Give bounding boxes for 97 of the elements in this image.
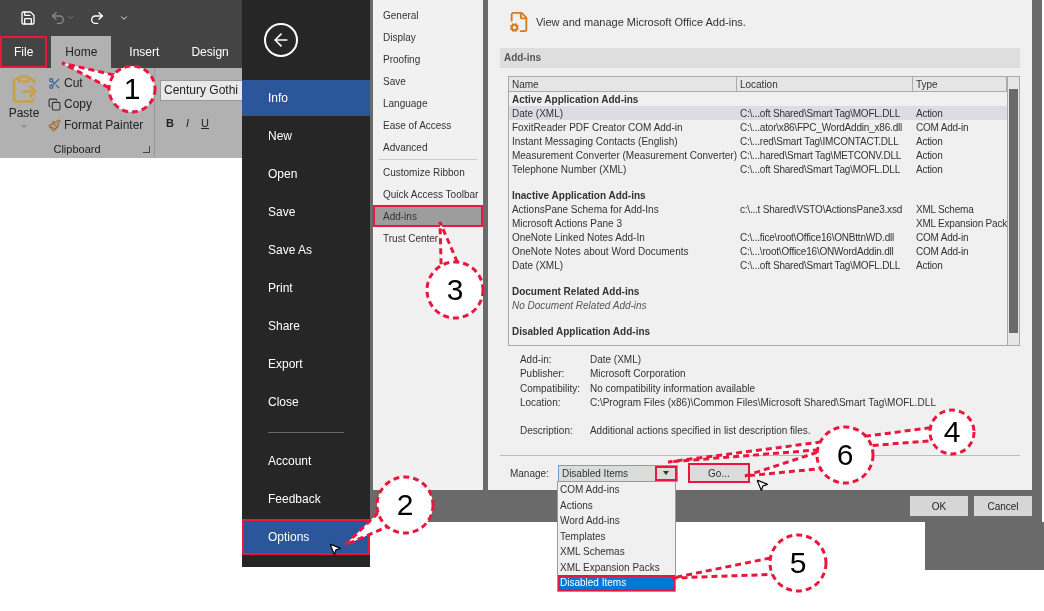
addin-row[interactable]: ActionsPane Schema for Add-Ins c:\...t Shared\VSTO\ActionsPane3.xsd XML Schema bbox=[508, 201, 1007, 216]
addin-row[interactable]: Microsoft Actions Pane 3 XML Expansion Pack bbox=[508, 215, 1007, 230]
backstage-item[interactable]: New bbox=[242, 118, 370, 154]
backstage-item[interactable]: Feedback bbox=[242, 481, 370, 517]
dropdown-option[interactable]: XML Expansion Packs bbox=[558, 559, 675, 575]
group-heading: Document Related Add-ins bbox=[510, 284, 641, 298]
column-header[interactable]: Location bbox=[736, 76, 913, 91]
detail-value: Date (XML) bbox=[589, 352, 642, 367]
dropdown-option[interactable]: COM Add-ins bbox=[558, 482, 675, 498]
category-item[interactable]: Ease of Access bbox=[373, 114, 483, 136]
addin-row[interactable]: Measurement Converter (Measurement Converter) C:\...hared\Smart Tag\METCONV.DLL Action bbox=[508, 147, 1007, 162]
group-heading: Inactive Application Add-ins bbox=[510, 188, 647, 202]
category-item[interactable]: Quick Access Toolbar bbox=[373, 183, 483, 205]
caret-icon[interactable] bbox=[20, 122, 28, 130]
empty-note: No Document Related Add-ins bbox=[510, 298, 648, 312]
category-item[interactable]: Display bbox=[373, 26, 483, 48]
detail-label: Location: bbox=[519, 396, 562, 410]
clipboard-command[interactable]: Cut bbox=[64, 74, 83, 92]
section-bar: Add-ins bbox=[499, 47, 1020, 68]
group-label: Clipboard bbox=[53, 141, 101, 157]
document-gear-icon bbox=[507, 10, 530, 33]
backstage-item[interactable]: Open bbox=[242, 156, 370, 192]
detail-value: Additional actions specified in list description files. bbox=[589, 423, 811, 438]
callout-number: 2 bbox=[395, 488, 415, 522]
cursor-icon bbox=[755, 478, 769, 492]
backstage-item[interactable]: Options bbox=[242, 519, 370, 555]
paintbrush-icon bbox=[48, 118, 61, 132]
callout-number: 1 bbox=[122, 72, 142, 106]
backstage-item[interactable]: Share bbox=[242, 308, 370, 344]
detail-label: Publisher: bbox=[519, 367, 566, 381]
addin-row[interactable]: Date (XML) C:\...oft Shared\Smart Tag\MOFL.DLL Action bbox=[508, 257, 1007, 272]
column-header[interactable]: Name bbox=[508, 76, 737, 91]
callout-number: 5 bbox=[788, 546, 808, 580]
manage-dropdown[interactable]: Disabled Items bbox=[557, 464, 678, 482]
cursor-icon bbox=[328, 542, 342, 556]
addin-row[interactable]: OneNote Notes about Word Documents C:\...\root\Office16\ONWordAddin.dll COM Add-in bbox=[508, 243, 1007, 258]
save-icon[interactable] bbox=[20, 9, 36, 26]
dialog-button[interactable]: OK bbox=[910, 496, 968, 516]
detail-label: Compatibility: bbox=[519, 381, 581, 396]
detail-label: Description: bbox=[519, 423, 574, 438]
addin-row[interactable]: Instant Messaging Contacts (English) C:\...red\Smart Tag\IMCONTACT.DLL Action bbox=[508, 133, 1007, 148]
clipboard-command[interactable]: Copy bbox=[64, 95, 92, 113]
dialog-button[interactable]: Cancel bbox=[974, 496, 1032, 516]
group-heading: Active Application Add-ins bbox=[510, 92, 640, 106]
category-item[interactable]: Save bbox=[373, 70, 483, 92]
callout-number: 6 bbox=[835, 438, 855, 472]
back-icon[interactable] bbox=[264, 23, 298, 57]
backstage-item[interactable]: Info bbox=[242, 80, 370, 116]
backstage-item[interactable]: Print bbox=[242, 270, 370, 306]
addin-row[interactable]: Date (XML) C:\...oft Shared\Smart Tag\MOFL.DLL Action bbox=[508, 105, 1007, 120]
group-heading: Disabled Application Add-ins bbox=[510, 324, 652, 338]
undo-icon[interactable] bbox=[50, 9, 66, 26]
launcher-icon[interactable] bbox=[143, 146, 150, 153]
callout-number: 3 bbox=[445, 273, 465, 307]
go-button[interactable]: Go... bbox=[687, 463, 750, 484]
redo-icon[interactable] bbox=[89, 9, 105, 26]
addin-row[interactable]: FoxitReader PDF Creator COM Add-in C:\...ator\x86\FPC_WordAddin_x86.dll COM Add-in bbox=[508, 119, 1007, 134]
addin-row[interactable]: Telephone Number (XML) C:\...oft Shared\Smart Tag\MOFL.DLL Action bbox=[508, 161, 1007, 176]
ribbon-tab[interactable]: Home bbox=[51, 36, 112, 68]
format-button[interactable]: I bbox=[185, 115, 189, 132]
font-field[interactable]: Century Gothi bbox=[160, 80, 245, 101]
backstage-item[interactable]: Export bbox=[242, 346, 370, 382]
ribbon-tab[interactable]: Insert bbox=[115, 36, 174, 68]
callout-number: 4 bbox=[942, 415, 962, 449]
format-button[interactable]: U bbox=[201, 115, 209, 132]
backstage-item[interactable]: Close bbox=[242, 384, 370, 420]
dropdown-option[interactable]: Word Add-ins bbox=[558, 513, 675, 529]
format-button[interactable]: B bbox=[166, 115, 174, 132]
scissors-icon bbox=[48, 76, 61, 90]
dropdown-button[interactable] bbox=[654, 465, 677, 481]
dropdown-option[interactable]: XML Schemas bbox=[558, 544, 675, 560]
clipboard-command[interactable]: Format Painter bbox=[64, 116, 144, 134]
manage-label: Manage: bbox=[508, 466, 550, 481]
backstage-item[interactable]: Save bbox=[242, 194, 370, 230]
category-item[interactable]: Language bbox=[373, 92, 483, 114]
category-item[interactable]: Trust Center bbox=[373, 227, 483, 249]
detail-value: No compatibility information available bbox=[589, 381, 755, 396]
category-item[interactable]: Advanced bbox=[373, 136, 483, 158]
addin-row[interactable]: OneNote Linked Notes Add-In C:\...fice\root\Office16\ONBttnWD.dll COM Add-in bbox=[508, 229, 1007, 244]
category-item[interactable]: Add-ins bbox=[373, 205, 483, 227]
ribbon-tab[interactable]: File bbox=[0, 36, 48, 68]
ribbon-tab[interactable]: Design bbox=[177, 36, 243, 68]
category-item[interactable]: Proofing bbox=[373, 48, 483, 70]
detail-value: Microsoft Corporation bbox=[589, 367, 686, 381]
paste-label[interactable]: Paste bbox=[8, 104, 40, 122]
backstage-item[interactable]: Account bbox=[242, 443, 370, 479]
panel-header: View and manage Microsoft Office Add-ins. bbox=[535, 14, 746, 30]
scrollbar[interactable] bbox=[1007, 76, 1019, 345]
category-item[interactable]: Customize Ribbon bbox=[373, 161, 483, 183]
dropdown-option[interactable]: Actions bbox=[558, 497, 675, 513]
backstage-item[interactable]: Save As bbox=[242, 232, 370, 268]
copy-icon bbox=[48, 97, 61, 111]
dropdown-option[interactable]: Disabled Items bbox=[558, 575, 675, 591]
dropdown-option[interactable]: Templates bbox=[558, 528, 675, 544]
detail-label: Add-in: bbox=[519, 352, 553, 367]
category-item[interactable]: General bbox=[373, 4, 483, 26]
detail-value: C:\Program Files (x86)\Common Files\Microsoft Shared\Smart Tag\MOFL.DLL bbox=[589, 396, 936, 410]
